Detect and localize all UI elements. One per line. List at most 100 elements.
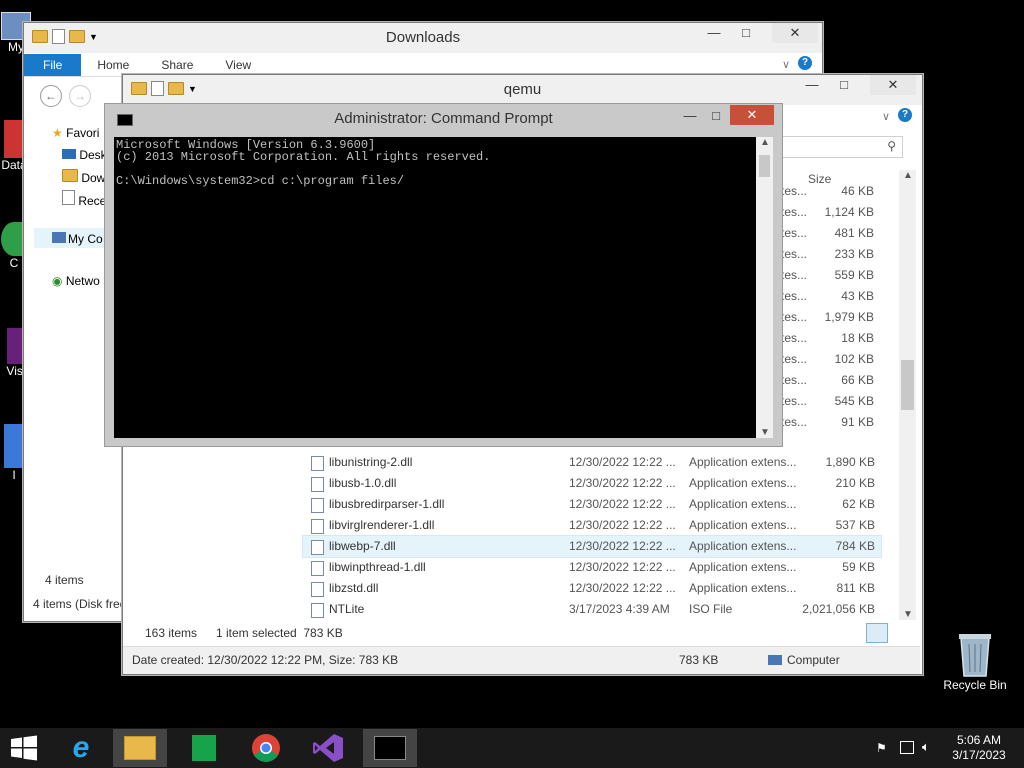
file-icon — [311, 456, 324, 471]
clock-time: 5:06 AM — [956, 733, 1002, 747]
clock[interactable]: 5:06 AM 3/17/2023 — [944, 733, 1014, 763]
partial-row-size: 102 KB — [834, 352, 874, 366]
qemu-titlebar[interactable]: ▼ qemu — □ ✕ — [123, 75, 922, 105]
taskbar-chrome[interactable] — [239, 729, 293, 767]
file-row[interactable]: libusb-1.0.dll 12/30/2022 12:22 ... Applic… — [303, 473, 881, 494]
taskbar-command-prompt[interactable] — [363, 729, 417, 767]
file-size: 2,021,056 KB — [802, 602, 875, 616]
file-row[interactable]: libwebp-7.dll 12/30/2022 12:22 ... Applica… — [302, 535, 882, 558]
items-count: 4 items — [45, 573, 84, 587]
chrome-icon — [252, 734, 280, 762]
file-name: libunistring-2.dll — [329, 455, 413, 469]
file-size: 62 KB — [842, 497, 875, 511]
close-button[interactable]: ✕ — [772, 23, 818, 43]
file-icon — [311, 582, 324, 597]
recycle-bin-icon — [959, 634, 991, 677]
visual-studio-icon — [313, 734, 343, 762]
taskbar-store[interactable] — [177, 729, 231, 767]
partial-row-type: tes... — [781, 247, 808, 261]
search-input[interactable]: ⚲ — [780, 136, 903, 158]
vertical-scrollbar[interactable]: ▲ ▼ — [899, 170, 916, 620]
nav-item-downloads[interactable]: Dow — [62, 169, 105, 185]
chevron-down-icon[interactable]: ∨ — [882, 110, 890, 123]
console-output[interactable]: Microsoft Windows [Version 6.3.9600] (c)… — [114, 137, 756, 438]
nav-item-computer[interactable]: My Co — [34, 228, 114, 248]
tab-share[interactable]: Share — [145, 54, 209, 76]
desktop-icon-recycle-bin[interactable]: Recycle Bin — [940, 630, 1010, 692]
details-view-button[interactable] — [866, 623, 888, 643]
file-row[interactable]: libwinpthread-1.dll 12/30/2022 12:22 ... A… — [303, 557, 881, 578]
file-row[interactable]: libvirglrenderer-1.dll 12/30/2022 12:22 .… — [303, 515, 881, 536]
close-button[interactable]: ✕ — [870, 75, 916, 95]
nav-item-favorites[interactable]: ★ Favori — [52, 126, 99, 140]
tab-home[interactable]: Home — [81, 54, 145, 76]
console-scrollbar[interactable]: ▲ ▼ — [756, 137, 773, 438]
chevron-down-icon[interactable]: ∨ — [782, 58, 790, 71]
scroll-up-icon[interactable]: ▲ — [903, 170, 913, 181]
partial-row-size: 481 KB — [834, 226, 874, 240]
help-icon[interactable]: ? — [798, 56, 812, 70]
nav-forward-button[interactable]: → — [69, 85, 91, 107]
tray-network-icon[interactable] — [900, 741, 914, 754]
folder-icon — [62, 169, 78, 182]
large-icons-view-button[interactable] — [890, 623, 910, 641]
file-name: libusbredirparser-1.dll — [329, 497, 445, 511]
file-date: 12/30/2022 12:22 ... — [569, 560, 676, 574]
file-icon — [311, 603, 324, 618]
scroll-up-icon[interactable]: ▲ — [760, 137, 770, 148]
tab-view[interactable]: View — [209, 54, 267, 76]
file-type: Application extens... — [689, 581, 797, 595]
file-date: 12/30/2022 12:22 ... — [569, 476, 676, 490]
partial-row-size: 1,979 KB — [824, 310, 874, 324]
file-size: 537 KB — [835, 518, 875, 532]
command-prompt-window[interactable]: Administrator: Command Prompt — □ ✕ Micr… — [104, 103, 783, 447]
close-button[interactable]: ✕ — [730, 105, 774, 125]
scroll-thumb[interactable] — [759, 155, 770, 177]
file-row[interactable]: libunistring-2.dll 12/30/2022 12:22 ... Ap… — [303, 452, 881, 473]
minimize-button[interactable]: — — [700, 23, 728, 43]
scroll-down-icon[interactable]: ▼ — [760, 427, 770, 438]
file-row[interactable]: NTLite 3/17/2023 4:39 AM ISO File 2,021,056… — [303, 599, 881, 620]
file-type: ISO File — [689, 602, 733, 616]
internet-explorer-icon: e — [72, 731, 90, 764]
start-button[interactable] — [0, 729, 48, 767]
file-date: 3/17/2023 4:39 AM — [569, 602, 670, 616]
file-explorer-icon — [124, 736, 156, 760]
nav-item-desktop[interactable]: Desk — [62, 148, 107, 162]
file-size: 811 KB — [836, 581, 875, 595]
tray-volume-icon[interactable]: 🔈︎ — [922, 739, 930, 755]
partial-row-size: 46 KB — [841, 184, 874, 198]
taskbar-file-explorer[interactable] — [113, 729, 167, 767]
minimize-button[interactable]: — — [798, 75, 826, 95]
help-icon[interactable]: ? — [898, 108, 912, 122]
maximize-button[interactable]: □ — [732, 23, 760, 43]
scroll-thumb[interactable] — [901, 360, 914, 410]
file-row[interactable]: libusbredirparser-1.dll 12/30/2022 12:22 … — [303, 494, 881, 515]
file-icon — [311, 561, 324, 576]
recycle-bin-label: Recycle Bin — [943, 678, 1007, 692]
nav-back-button[interactable]: ← — [40, 85, 62, 107]
file-size: 784 KB — [835, 539, 875, 553]
maximize-button[interactable]: □ — [702, 106, 730, 126]
maximize-button[interactable]: □ — [830, 75, 858, 95]
taskbar-internet-explorer[interactable]: e — [54, 729, 108, 767]
nav-item-recent[interactable]: Rece — [62, 190, 106, 208]
file-name: libvirglrenderer-1.dll — [329, 518, 435, 532]
file-size: 59 KB — [842, 560, 875, 574]
details-bar: Date created: 12/30/2022 12:22 PM, Size:… — [123, 646, 920, 674]
minimize-button[interactable]: — — [676, 106, 704, 126]
details-location: Computer — [787, 653, 840, 667]
tab-file[interactable]: File — [24, 54, 82, 76]
partial-row-type: tes... — [781, 331, 808, 345]
file-type: Application extens... — [689, 455, 797, 469]
data-icon — [4, 120, 24, 158]
tray-flag-icon[interactable]: ⚑ — [876, 741, 887, 755]
file-date: 12/30/2022 12:22 ... — [569, 497, 676, 511]
partial-row-size: 66 KB — [841, 373, 874, 387]
file-row[interactable]: libzstd.dll 12/30/2022 12:22 ... Applicati… — [303, 578, 881, 599]
downloads-titlebar[interactable]: ▼ Downloads — □ ✕ — [24, 23, 822, 53]
file-date: 12/30/2022 12:22 ... — [569, 518, 676, 532]
nav-item-network[interactable]: ◉ Netwo — [52, 274, 100, 288]
scroll-down-icon[interactable]: ▼ — [903, 609, 913, 620]
taskbar-visual-studio[interactable] — [301, 729, 355, 767]
